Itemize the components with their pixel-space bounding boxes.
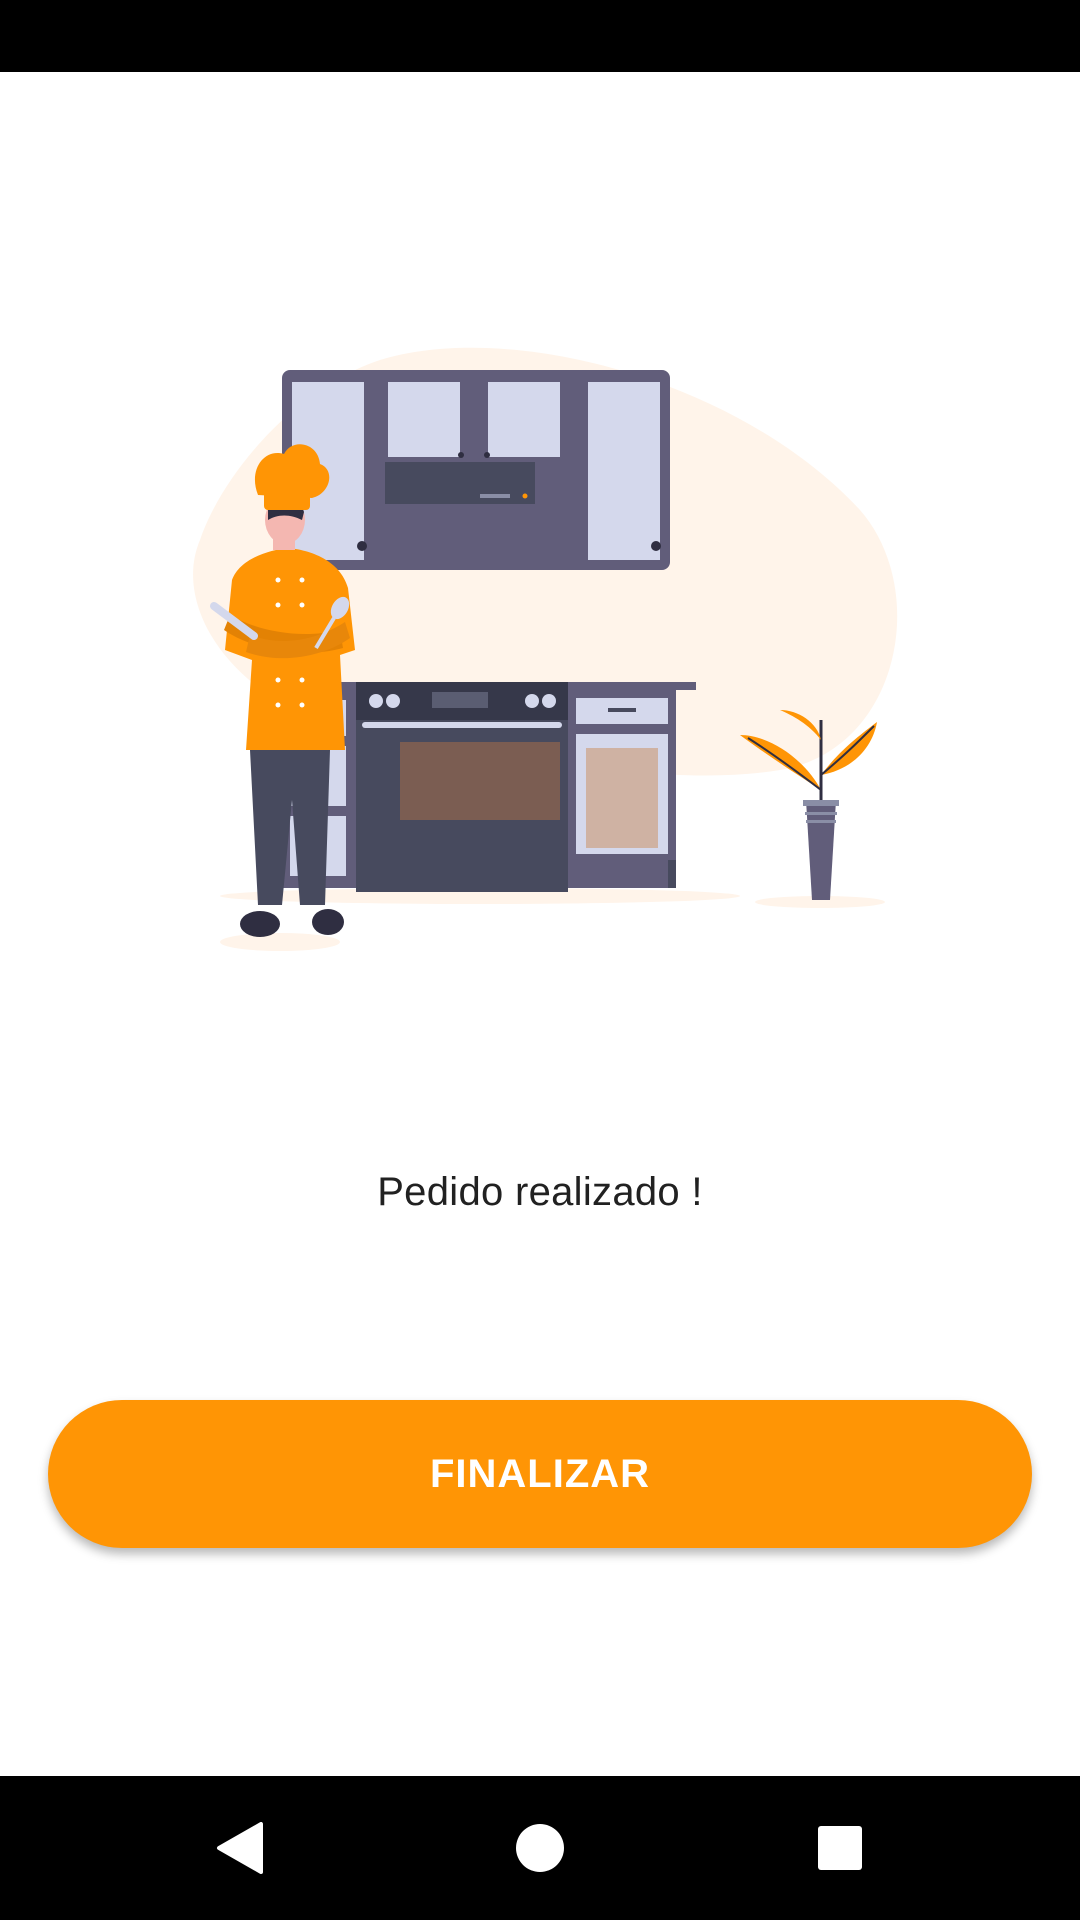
home-circle-icon[interactable] [470, 1776, 610, 1920]
back-triangle-icon[interactable] [170, 1776, 310, 1920]
order-confirmation-message: Pedido realizado ! [377, 1170, 703, 1214]
app-screen: Pedido realizado ! FINALIZAR [0, 0, 1080, 1920]
navigation-bar [0, 1776, 1080, 1920]
chef-kitchen-illustration-icon [180, 330, 900, 960]
finish-button[interactable]: FINALIZAR [48, 1400, 1032, 1548]
recents-square-icon[interactable] [770, 1776, 910, 1920]
status-bar [0, 0, 1080, 72]
